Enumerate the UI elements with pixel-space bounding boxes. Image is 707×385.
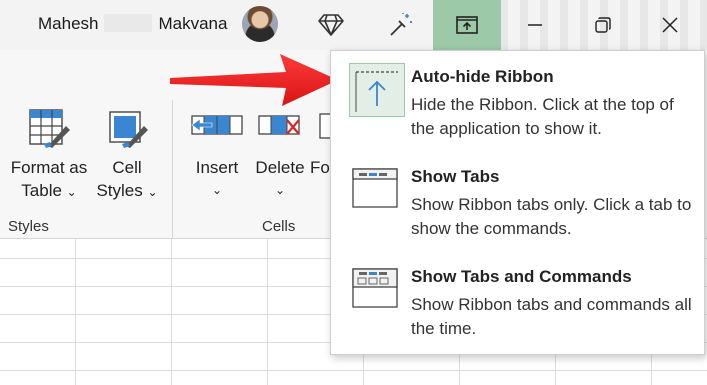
minimize-icon [528,24,542,26]
insert-button[interactable]: Insert ⌄ [186,106,248,202]
redacted-name [104,14,153,32]
format-as-table-label-2: Table [21,181,62,200]
ribbon-display-icon [456,16,478,34]
auto-hide-ribbon-icon [349,63,405,117]
menu-item-description: Show Ribbon tabs only. Click a tab to sh… [411,195,692,238]
group-divider [172,100,173,240]
chevron-down-icon: ⌄ [274,183,286,197]
group-label-styles: Styles [8,218,49,235]
cell-styles-label-1: Cell [112,158,142,177]
account-last-name: Makvana [158,14,228,33]
red-pointer-arrow-icon [170,54,338,106]
diamond-icon[interactable] [316,10,346,40]
menu-item-title: Auto-hide Ribbon [411,67,554,86]
format-cells-icon [319,113,330,139]
menu-item-title: Show Tabs [411,167,500,186]
restore-icon [595,17,611,33]
restore-button[interactable] [588,10,618,40]
account-first-name: Mahesh [38,14,99,33]
menu-item-description: Show Ribbon tabs and commands all the ti… [411,295,692,338]
format-button[interactable]: Fo [310,106,330,179]
ribbon-display-options-menu: Auto-hide Ribbon Hide the Ribbon. Click … [330,50,705,355]
chevron-down-icon: ⌄ [147,185,158,199]
cell-styles-icon [109,111,148,148]
menu-item-title: Show Tabs and Commands [411,267,632,286]
insert-cells-icon [191,115,243,135]
magic-wand-icon[interactable] [386,10,416,40]
format-as-table-label-1: Format as [10,158,88,177]
delete-cells-icon [258,115,300,135]
format-label: Fo [310,158,330,177]
close-button[interactable] [655,10,685,40]
show-tabs-and-commands-icon [349,265,403,317]
minimize-button[interactable] [520,10,550,40]
show-tabs-icon [349,165,403,217]
title-bar: Mahesh Makvana [0,0,707,50]
insert-label: Insert [195,158,239,177]
group-label-cells: Cells [262,218,296,235]
cell-styles-button[interactable]: Cell Styles ⌄ [92,106,162,204]
chevron-down-icon: ⌄ [66,185,77,199]
menu-item-auto-hide-ribbon[interactable]: Auto-hide Ribbon Hide the Ribbon. Click … [331,51,704,147]
menu-item-show-tabs-and-commands[interactable]: Show Tabs and Commands Show Ribbon tabs … [331,251,704,347]
delete-label: Delete [255,158,305,177]
format-as-table-icon [29,109,70,148]
account-name[interactable]: Mahesh Makvana [38,14,227,34]
format-as-table-button[interactable]: Format as Table ⌄ [6,106,92,204]
menu-item-show-tabs[interactable]: Show Tabs Show Ribbon tabs only. Click a… [331,151,704,247]
close-icon [662,17,678,33]
delete-button[interactable]: Delete ⌄ [250,106,310,202]
cell-styles-label-2: Styles [96,181,143,200]
ribbon-display-options-button[interactable] [433,0,501,50]
chevron-down-icon: ⌄ [211,183,223,197]
menu-item-description: Hide the Ribbon. Click at the top of the… [411,95,674,138]
avatar[interactable] [242,6,278,42]
